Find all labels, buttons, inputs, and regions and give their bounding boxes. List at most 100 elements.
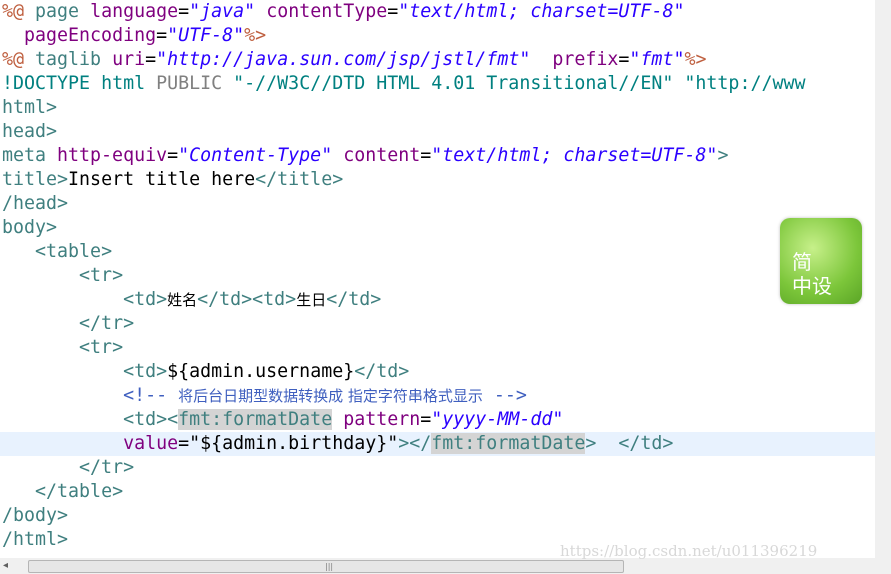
directive-open: %@: [2, 1, 25, 22]
code-line-19: value="${admin.birthday}"></fmt:formatDa…: [2, 432, 673, 456]
horizontal-scrollbar[interactable]: ◂ |||: [0, 558, 891, 574]
scroll-left-arrow-icon[interactable]: ◂: [3, 558, 8, 574]
tag-title-open: title>: [2, 169, 69, 190]
code-line-16: <td>${admin.username}</td>: [2, 360, 409, 384]
widget-label-line2: 中设: [792, 274, 832, 298]
code-line-21: </table>: [2, 480, 123, 504]
code-line-2: pageEncoding="UTF-8"%>: [2, 24, 266, 48]
tag-fmt-formatdate: fmt:formatDate: [178, 409, 333, 430]
tag-close: >: [717, 145, 729, 166]
directive-open: %@: [2, 49, 25, 70]
attr-name: pattern: [343, 409, 421, 430]
attr-eq: =: [387, 1, 399, 22]
attr-value: "Content-Type": [178, 145, 333, 166]
attr-name: language: [90, 1, 179, 22]
code-line-9: /head>: [2, 192, 68, 216]
code-editor[interactable]: %@ page language="java" contentType="tex…: [0, 0, 875, 558]
attr-name: uri: [112, 49, 146, 70]
tag-tr-open: <tr>: [79, 265, 124, 286]
tag-td-close-open: </td><td>: [197, 289, 297, 310]
watermark-url: https://blog.csdn.net/u011396219: [560, 542, 818, 560]
vertical-scrollbar[interactable]: [875, 0, 891, 558]
tag-fmt-formatdate-close: fmt:formatDate: [431, 433, 586, 454]
directive-name: taglib: [24, 49, 113, 70]
tag-td-open: <td>: [123, 289, 168, 310]
attr-value: "text/html; charset=UTF-8": [431, 145, 718, 166]
attr-eq: =: [420, 409, 432, 430]
attr-value: "java": [189, 1, 256, 22]
directive-close: %>: [244, 25, 267, 46]
code-line-14: </tr>: [2, 312, 134, 336]
tag-tr-open: <tr>: [79, 337, 124, 358]
attr-eq: =: [178, 433, 190, 454]
attr-value: "UTF-8": [167, 25, 245, 46]
attr-eq: =: [167, 145, 179, 166]
doctype-public: PUBLIC: [145, 73, 234, 94]
tag-punct: ></: [398, 433, 432, 454]
floating-app-widget[interactable]: 简 中设: [780, 218, 862, 304]
tag-td-close: </td>: [618, 433, 674, 454]
attr-name: pageEncoding: [24, 25, 157, 46]
code-line-11: <table>: [2, 240, 112, 264]
code-line-12: <tr>: [2, 264, 123, 288]
tag-td-close: </td>: [326, 289, 382, 310]
code-line-3: %@ taglib uri="http://java.sun.com/jsp/j…: [2, 48, 706, 72]
doctype-ids: "-//W3C//DTD HTML 4.01 Transitional//EN"…: [233, 73, 806, 94]
tag-tr-close: </tr>: [79, 457, 135, 478]
attr-eq: =: [618, 49, 630, 70]
attr-value: "fmt": [629, 49, 685, 70]
attr-value-el: "${admin.birthday}": [189, 433, 399, 454]
attr-value: "http://java.sun.com/jsp/jstl/fmt": [156, 49, 531, 70]
horizontal-scroll-thumb[interactable]: |||: [28, 560, 624, 573]
code-line-13: <td>姓名</td><td>生日</td>: [2, 288, 381, 312]
code-line-10: body>: [2, 216, 57, 240]
tag-meta: meta: [2, 145, 58, 166]
tag-table-open: <table>: [35, 241, 113, 262]
tag-tr-close: </tr>: [79, 313, 135, 334]
tag-html-close: /html>: [2, 529, 69, 550]
code-line-20: </tr>: [2, 456, 134, 480]
tag-body-open: body>: [2, 217, 58, 238]
tag-body-close: /body>: [2, 505, 69, 526]
code-line-5: html>: [2, 96, 57, 120]
attr-eq: =: [145, 49, 157, 70]
code-line-22: /body>: [2, 504, 68, 528]
tag-title-close: </title>: [255, 169, 344, 190]
attr-name: http-equiv: [57, 145, 168, 166]
doctype-root: html: [101, 73, 146, 94]
comment-open: <!--: [123, 385, 179, 406]
tag-td-open: <td>: [123, 361, 168, 382]
code-line-15: <tr>: [2, 336, 123, 360]
tag-table-close: </table>: [35, 481, 124, 502]
code-line-7: meta http-equiv="Content-Type" content="…: [2, 144, 728, 168]
attr-name: content: [343, 145, 421, 166]
attr-eq: =: [178, 1, 190, 22]
directive-close: %>: [684, 49, 707, 70]
code-line-23: /html>: [2, 528, 68, 552]
attr-name: value: [123, 433, 179, 454]
scroll-grip-icon: |||: [325, 562, 334, 571]
code-line-4: !DOCTYPE html PUBLIC "-//W3C//DTD HTML 4…: [2, 72, 805, 96]
attr-eq: =: [156, 25, 168, 46]
attr-name: contentType: [266, 1, 388, 22]
attr-value: "text/html; charset=UTF-8": [398, 1, 685, 22]
code-line-18: <td><fmt:formatDate pattern="yyyy-MM-dd": [2, 408, 563, 432]
directive-name: page: [24, 1, 91, 22]
tag-punct: >: [585, 433, 619, 454]
code-line-1: %@ page language="java" contentType="tex…: [2, 0, 684, 24]
tag-head-close: /head>: [2, 193, 69, 214]
